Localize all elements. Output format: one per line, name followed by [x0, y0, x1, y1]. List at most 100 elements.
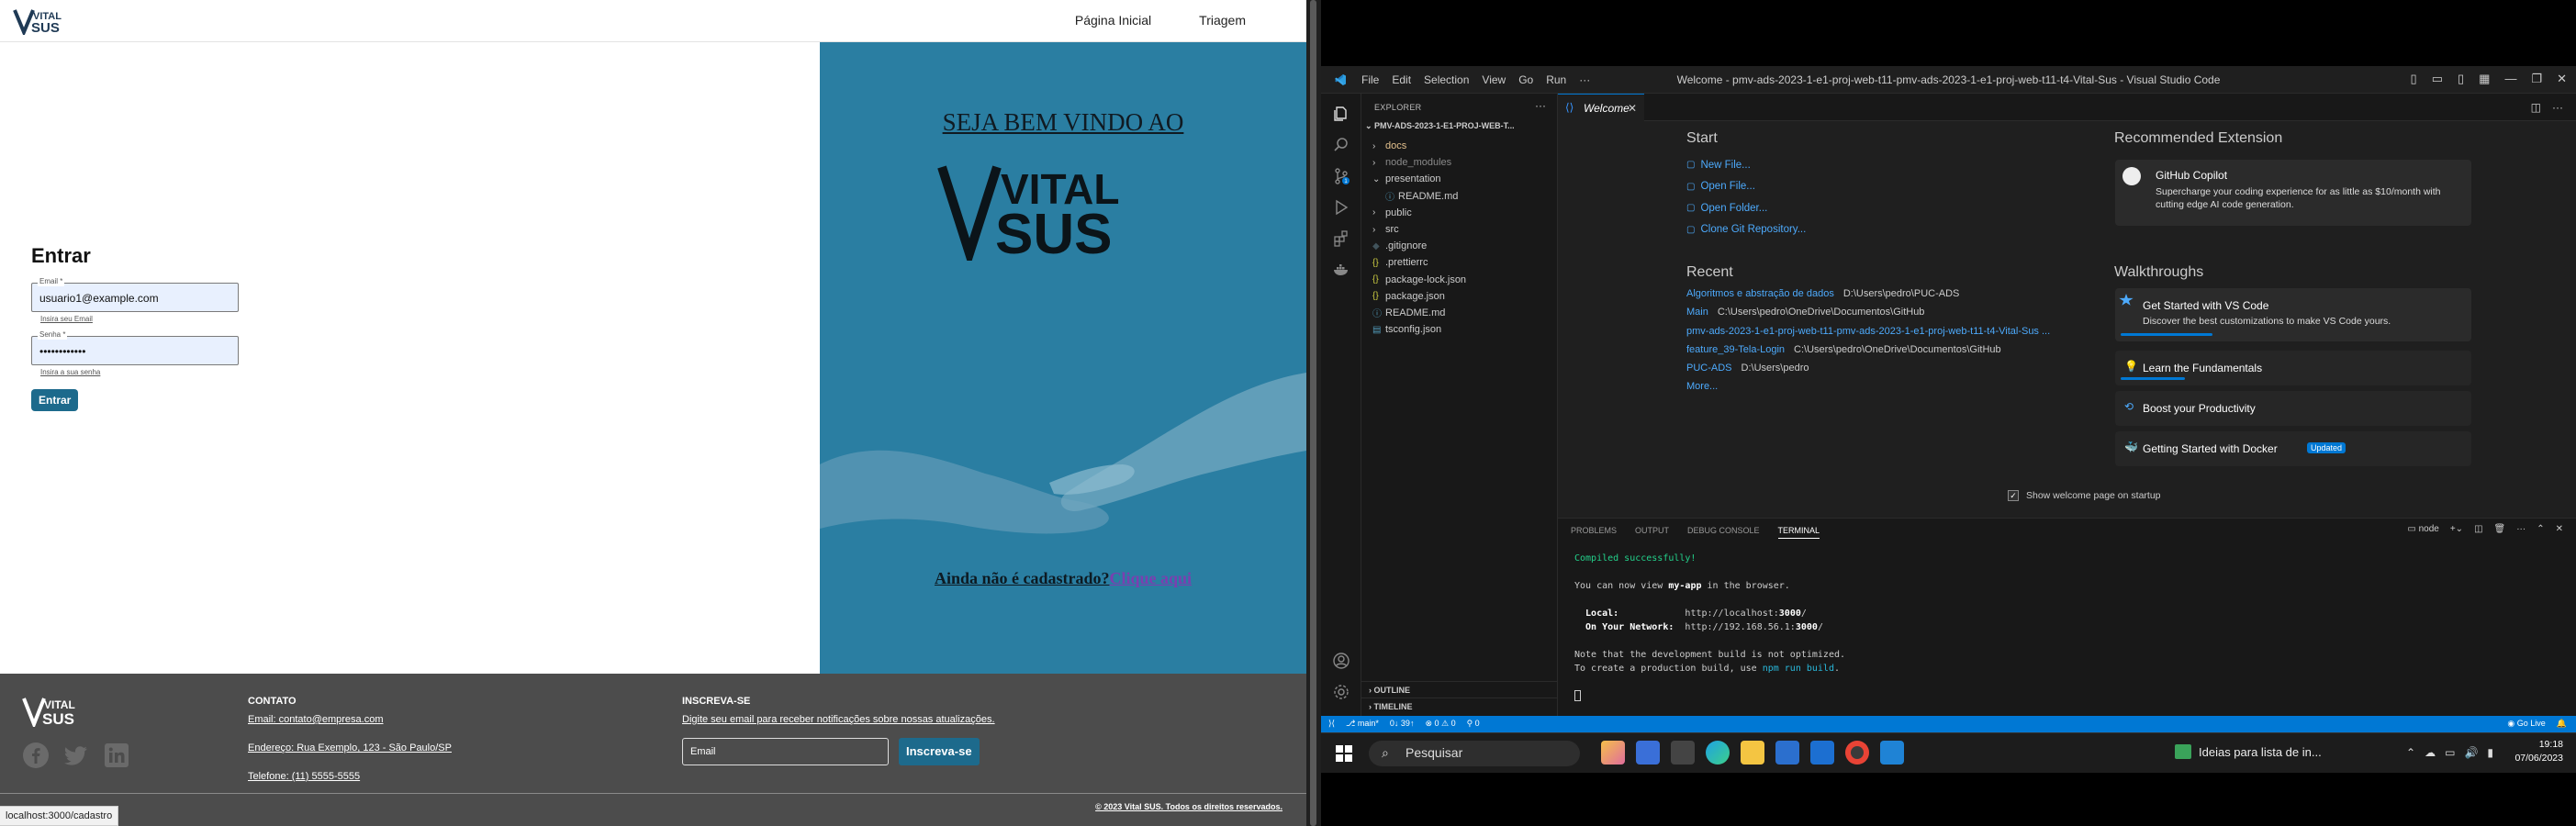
- bell-icon[interactable]: 🔔: [2557, 719, 2567, 729]
- tab-welcome[interactable]: ⟨⟩ Welcome ✕: [1558, 94, 1644, 121]
- clock[interactable]: 19:18 07/06/2023: [2514, 738, 2563, 765]
- sync-status[interactable]: 0↓ 39↑: [1390, 719, 1415, 729]
- password-field[interactable]: Senha * ••••••••••••: [31, 330, 239, 365]
- tree-item[interactable]: › public: [1361, 205, 1558, 221]
- tree-item[interactable]: {} package-lock.json: [1361, 272, 1558, 288]
- docker-icon[interactable]: [1332, 261, 1350, 279]
- recent-item[interactable]: pmv-ads-2023-1-e1-proj-web-t11-pmv-ads-2…: [1686, 326, 2059, 344]
- task-view-icon[interactable]: [1671, 741, 1695, 765]
- edge-icon[interactable]: [1706, 741, 1730, 765]
- secondary-sidebar-icon[interactable]: ▯: [2458, 72, 2464, 86]
- facebook-icon[interactable]: [22, 742, 50, 769]
- nav-triage-link[interactable]: Triagem: [1199, 13, 1246, 28]
- split-editor-icon[interactable]: ◫: [2531, 101, 2541, 114]
- taskbar-search[interactable]: ⌕ Pesquisar: [1369, 741, 1580, 766]
- minimize-icon[interactable]: —: [2504, 72, 2516, 86]
- browser-scrollbar[interactable]: [1306, 0, 1321, 826]
- mail-icon[interactable]: [1810, 741, 1834, 765]
- workspace-root[interactable]: ⌄ PMV-ADS-2023-1-E1-PROJ-WEB-T...: [1365, 121, 1515, 131]
- windows-start-icon[interactable]: [1336, 745, 1352, 766]
- remote-icon[interactable]: ⟩⟨: [1328, 719, 1335, 729]
- tree-item[interactable]: › node_modules: [1361, 154, 1558, 171]
- start-link-2[interactable]: ▢ Open Folder...: [1686, 197, 1806, 219]
- walkthrough-productivity[interactable]: ⟲ Boost your Productivity: [2115, 391, 2471, 426]
- outline-section[interactable]: › OUTLINE: [1361, 681, 1558, 698]
- accounts-icon[interactable]: [1332, 652, 1350, 670]
- panel-more-icon[interactable]: ···: [2516, 524, 2526, 534]
- recent-item[interactable]: Algoritmos e abstração de dados D:\Users\…: [1686, 288, 2059, 307]
- vital-sus-logo[interactable]: VITAL SUS: [13, 7, 73, 39]
- explorer-more-icon[interactable]: ···: [1535, 99, 1546, 112]
- file-explorer-icon[interactable]: [1741, 741, 1764, 765]
- widgets-app-icon[interactable]: [1601, 741, 1625, 765]
- problems-status[interactable]: ⊗ 0 ⚠ 0: [1425, 719, 1455, 729]
- scrollbar-thumb[interactable]: [1310, 0, 1316, 826]
- store-icon[interactable]: [1775, 741, 1799, 765]
- go-live-button[interactable]: ◉ Go Live: [2507, 719, 2545, 729]
- start-link-0[interactable]: ▢ New File...: [1686, 154, 1806, 176]
- linkedin-icon[interactable]: [103, 742, 130, 769]
- walkthrough-get-started[interactable]: Get Started with VS Code Discover the be…: [2115, 288, 2471, 341]
- editor-more-icon[interactable]: ···: [2552, 101, 2563, 114]
- menu-item-1[interactable]: Edit: [1392, 73, 1411, 86]
- timeline-section[interactable]: › TIMELINE: [1361, 698, 1558, 714]
- search-icon[interactable]: [1332, 136, 1350, 154]
- menu-item-6[interactable]: ···: [1579, 73, 1590, 86]
- twitter-icon[interactable]: [62, 742, 90, 769]
- recent-item-name[interactable]: pmv-ads-2023-1-e1-proj-web-t11-pmv-ads-2…: [1686, 326, 2050, 344]
- recent-more-link[interactable]: More...: [1686, 381, 1718, 399]
- walkthrough-docker[interactable]: 🐳 Getting Started with Docker Updated: [2115, 431, 2471, 466]
- maximize-panel-icon[interactable]: ⌃: [2537, 524, 2544, 534]
- menu-item-3[interactable]: View: [1482, 73, 1506, 86]
- nav-home-link[interactable]: Página Inicial: [1075, 13, 1151, 28]
- panel-tab-terminal[interactable]: TERMINAL: [1777, 526, 1820, 539]
- recent-item-name[interactable]: Algoritmos e abstração de dados: [1686, 288, 1834, 307]
- tray-chevron-icon[interactable]: ⌃: [2406, 746, 2415, 759]
- vscode-taskbar-icon[interactable]: [1880, 741, 1904, 765]
- close-window-icon[interactable]: ✕: [2557, 72, 2567, 86]
- close-panel-icon[interactable]: ✕: [2556, 524, 2563, 534]
- contact-address[interactable]: Endereço: Rua Exemplo, 123 - São Paulo/S…: [248, 742, 452, 753]
- tree-item[interactable]: › docs: [1361, 138, 1558, 154]
- run-debug-icon[interactable]: [1332, 198, 1350, 217]
- start-link-1[interactable]: ▢ Open File...: [1686, 176, 1806, 198]
- recent-item-name[interactable]: PUC-ADS: [1686, 363, 1732, 381]
- email-field[interactable]: Email * usuario1@example.com: [31, 277, 239, 312]
- menu-item-2[interactable]: Selection: [1424, 73, 1469, 86]
- subscribe-email-input[interactable]: Email: [682, 738, 889, 765]
- ports-status[interactable]: ⚲ 0: [1467, 719, 1480, 729]
- recent-item[interactable]: PUC-ADS D:\Users\pedro: [1686, 363, 2059, 381]
- news-widget[interactable]: Ideias para lista de in...: [2175, 744, 2322, 759]
- source-control-icon[interactable]: 1: [1332, 167, 1350, 185]
- tab-close-icon[interactable]: ✕: [1628, 102, 1637, 115]
- register-link[interactable]: Clique aqui: [1109, 569, 1192, 587]
- restore-icon[interactable]: ❐: [2531, 72, 2542, 86]
- menu-item-4[interactable]: Go: [1518, 73, 1533, 86]
- tree-item[interactable]: ⌄ presentation: [1361, 171, 1558, 187]
- explorer-icon[interactable]: [1332, 105, 1350, 123]
- start-link-3[interactable]: ▢ Clone Git Repository...: [1686, 219, 1806, 241]
- startup-checkbox[interactable]: ✓: [2008, 490, 2019, 501]
- speaker-icon[interactable]: 🔊: [2464, 746, 2478, 759]
- panel-tab-output[interactable]: OUTPUT: [1635, 526, 1669, 539]
- tree-item[interactable]: ▤ tsconfig.json: [1361, 321, 1558, 338]
- split-terminal-icon[interactable]: ◫: [2474, 524, 2482, 534]
- tree-item[interactable]: ⓘ README.md: [1361, 305, 1558, 321]
- menu-item-5[interactable]: Run: [1546, 73, 1566, 86]
- panel-tab-problems[interactable]: PROBLEMS: [1571, 526, 1617, 539]
- tree-item[interactable]: {} .prettierrc: [1361, 254, 1558, 271]
- network-icon[interactable]: ▭: [2445, 746, 2455, 759]
- recent-item-name[interactable]: Main: [1686, 307, 1708, 325]
- layout-toggle-icon[interactable]: ▯: [2411, 72, 2417, 86]
- panel-tab-debug-console[interactable]: DEBUG CONSOLE: [1687, 526, 1760, 539]
- trash-icon[interactable]: 🗑: [2494, 524, 2506, 534]
- recent-item-name[interactable]: feature_39-Tela-Login: [1686, 344, 1785, 363]
- cloud-icon[interactable]: ☁: [2425, 746, 2436, 759]
- menu-item-0[interactable]: File: [1361, 73, 1379, 86]
- show-on-startup[interactable]: ✓ Show welcome page on startup: [2008, 490, 2161, 501]
- recent-item[interactable]: feature_39-Tela-Login C:\Users\pedro\OneD…: [1686, 344, 2059, 363]
- network-url-a[interactable]: http://192.168.56.1:: [1685, 622, 1795, 632]
- customize-layout-icon[interactable]: ▦: [2479, 72, 2490, 86]
- terminal-name[interactable]: ▭ node: [2407, 524, 2438, 534]
- tree-item[interactable]: ⓘ README.md: [1361, 188, 1558, 205]
